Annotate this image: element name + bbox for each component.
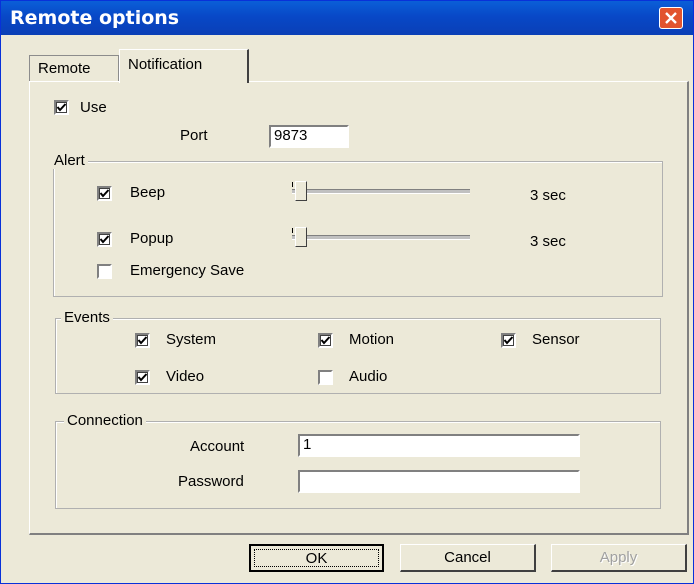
check-icon [99,235,110,244]
use-checkbox[interactable] [54,100,69,115]
close-button[interactable] [659,7,683,29]
slider-tick [292,228,293,233]
account-label: Account [190,438,245,455]
emergency-save-checkbox[interactable] [97,264,112,279]
close-icon [665,12,677,24]
tab-remote-label: Remote [38,60,91,77]
remote-options-dialog: Remote options Remote Notification Use P… [0,0,694,584]
popup-duration: 3 sec [530,233,566,250]
apply-button-label: Apply [599,549,638,566]
popup-checkbox[interactable] [97,232,112,247]
slider-tick [292,182,293,187]
beep-slider-thumb[interactable] [295,181,307,201]
notification-panel: Use Port 9873 Alert Beep 3 sec Popup 3 s… [29,81,689,535]
use-label: Use [80,99,107,116]
sensor-checkbox[interactable] [501,333,516,348]
cancel-button-label: Cancel [444,549,491,566]
beep-checkbox[interactable] [97,186,112,201]
check-icon [137,373,148,382]
audio-checkbox[interactable] [318,370,333,385]
alert-group: Alert Beep 3 sec Popup 3 sec Emergency S… [51,152,663,297]
motion-label: Motion [349,331,395,348]
sensor-label: Sensor [532,331,580,348]
check-icon [320,336,331,345]
cancel-button[interactable]: Cancel [400,544,536,572]
window-title: Remote options [10,7,180,29]
port-label: Port [180,127,208,144]
password-field[interactable] [298,470,580,493]
tab-remote[interactable]: Remote [29,55,119,81]
tab-notification[interactable]: Notification [119,49,249,83]
beep-slider-track [292,189,470,194]
motion-checkbox[interactable] [318,333,333,348]
connection-group: Connection Account 1 Password [55,412,661,509]
apply-button[interactable]: Apply [551,544,687,572]
events-group-title: Events [61,309,113,326]
emergency-save-label: Emergency Save [130,262,245,279]
beep-duration: 3 sec [530,187,566,204]
port-field[interactable]: 9873 [269,125,349,148]
check-icon [56,103,67,112]
connection-group-title: Connection [64,412,146,429]
system-label: System [166,331,217,348]
system-checkbox[interactable] [135,333,150,348]
alert-group-title: Alert [51,152,88,169]
check-icon [137,336,148,345]
account-field[interactable]: 1 [298,434,580,457]
popup-slider-track [292,235,470,240]
ok-button[interactable]: OK [249,544,384,572]
beep-label: Beep [130,184,166,201]
check-icon [99,189,110,198]
video-checkbox[interactable] [135,370,150,385]
popup-label: Popup [130,230,174,247]
focus-rect [254,549,379,567]
events-group: Events System Motion Sensor Video Audio [55,309,661,394]
video-label: Video [166,368,205,385]
check-icon [503,336,514,345]
title-bar[interactable]: Remote options [1,1,693,35]
audio-label: Audio [349,368,388,385]
password-label: Password [178,473,244,490]
tab-notification-label: Notification [128,56,203,73]
popup-slider-thumb[interactable] [295,227,307,247]
